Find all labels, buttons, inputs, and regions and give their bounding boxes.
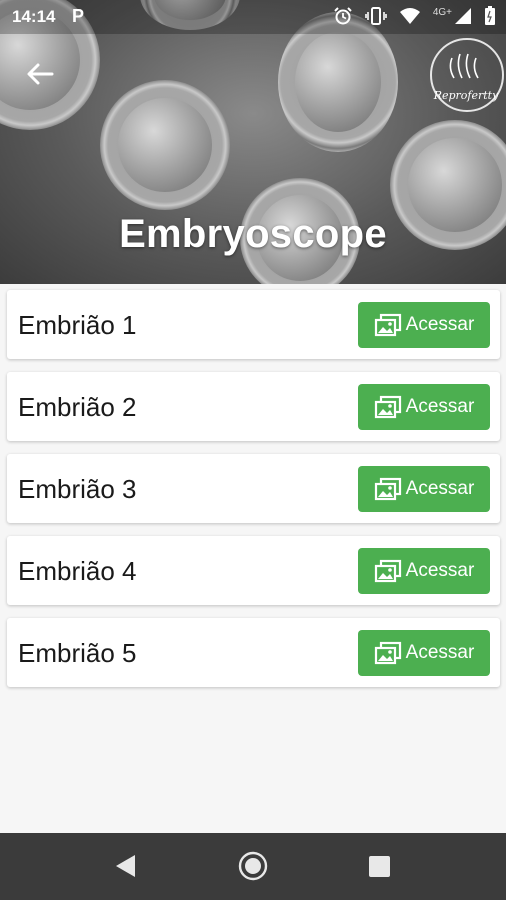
embryo-card: Embrião 3 Acessar [7, 454, 500, 523]
images-icon [374, 477, 401, 501]
wifi-icon [399, 8, 420, 24]
images-icon [374, 559, 401, 583]
nav-recents-icon[interactable] [369, 856, 390, 877]
page-title: Embryoscope [119, 212, 387, 256]
alarm-icon [334, 7, 352, 25]
system-nav-bar [0, 833, 506, 900]
embryo-label: Embrião 2 [18, 392, 137, 422]
access-button-label: Acessar [405, 642, 475, 663]
embryo-label: Embrião 5 [18, 638, 137, 668]
embryo-label: Embrião 1 [18, 310, 137, 340]
access-button[interactable]: Acessar [358, 630, 490, 676]
signal-icon [455, 8, 471, 24]
images-icon [374, 641, 401, 665]
status-bar: 14:14 P 4G+ [0, 0, 506, 34]
access-button[interactable]: Acessar [358, 466, 490, 512]
access-button-label: Acessar [405, 396, 475, 417]
status-time: 14:14 [12, 7, 56, 26]
access-button[interactable]: Acessar [358, 548, 490, 594]
nav-back-icon[interactable] [113, 853, 137, 879]
access-button[interactable]: Acessar [358, 302, 490, 348]
embryo-label: Embrião 4 [18, 556, 137, 586]
embryo-card: Embrião 1 Acessar [7, 290, 500, 359]
access-button-label: Acessar [405, 560, 475, 581]
embryo-list: Embrião 1 Acessar Embrião 2 Acessar Embr… [7, 290, 500, 700]
embryo-card: Embrião 2 Acessar [7, 372, 500, 441]
battery-icon [485, 6, 495, 25]
access-button[interactable]: Acessar [358, 384, 490, 430]
parking-notification-icon: P [72, 6, 85, 26]
images-icon [374, 395, 401, 419]
nav-home-icon[interactable] [237, 850, 269, 882]
network-type-label: 4G+ [432, 6, 452, 18]
header-banner: 14:14 P 4G+ Reprofertty Embryoscope [0, 0, 506, 284]
embryo-image [100, 80, 230, 210]
back-arrow-icon[interactable] [24, 58, 56, 90]
logo-text: Reprofertty [433, 89, 499, 102]
access-button-label: Acessar [405, 478, 475, 499]
embryo-card: Embrião 5 Acessar [7, 618, 500, 687]
embryo-label: Embrião 3 [18, 474, 137, 504]
vibrate-icon [365, 7, 387, 25]
embryo-card: Embrião 4 Acessar [7, 536, 500, 605]
images-icon [374, 313, 401, 337]
access-button-label: Acessar [405, 314, 475, 335]
